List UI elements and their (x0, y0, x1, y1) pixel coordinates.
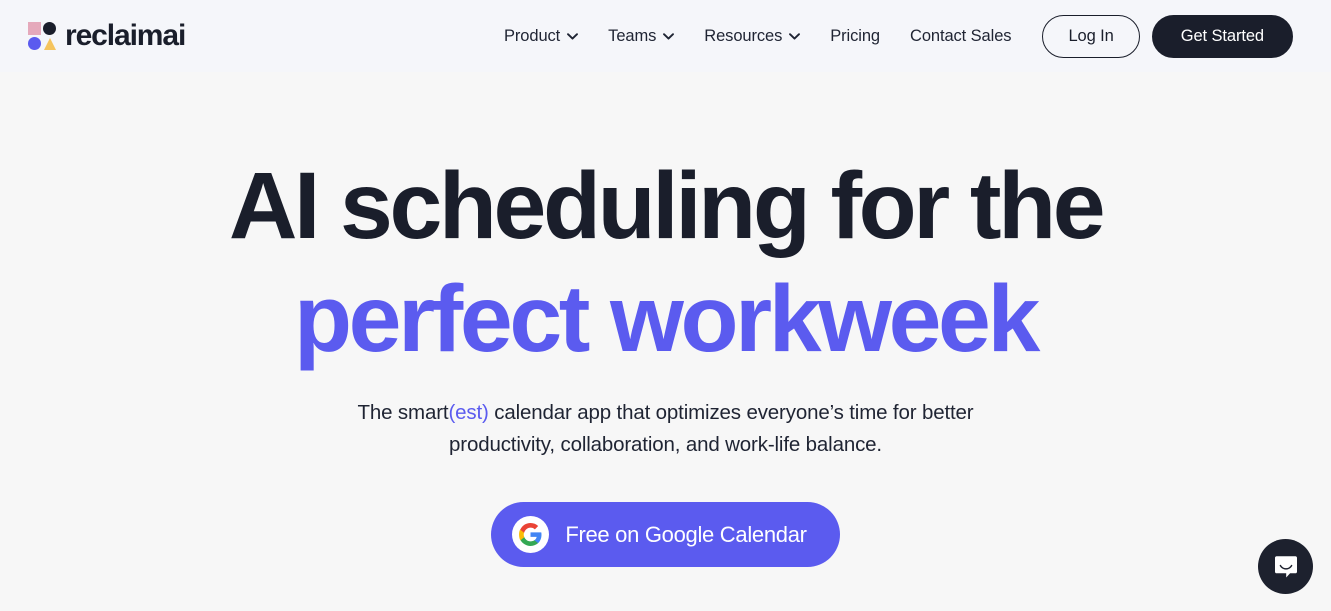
hero-subheading: The smart(est) calendar app that optimiz… (306, 397, 1026, 461)
nav-item-pricing[interactable]: Pricing (815, 19, 895, 54)
log-in-button[interactable]: Log In (1042, 14, 1140, 58)
hero-subheading-accent: (est) (448, 401, 489, 424)
chevron-down-icon (663, 32, 675, 40)
site-header: reclaimai Product Teams Resources Pricin… (0, 0, 1331, 72)
nav-item-resources-label: Resources (704, 26, 783, 45)
chevron-down-icon (789, 32, 801, 40)
hero-subheading-part2: calendar app that optimizes everyone’s t… (449, 401, 974, 456)
logo-square-shape (28, 22, 41, 35)
google-g-icon (512, 516, 550, 553)
hero-section: AI scheduling for the perfect workweek T… (0, 72, 1331, 611)
get-started-button[interactable]: Get Started (1151, 14, 1293, 58)
hero-headline: AI scheduling for the perfect workweek (228, 150, 1106, 376)
reclaim-logo-mark-icon (28, 22, 56, 50)
hero-headline-line1: AI scheduling for the (228, 153, 1106, 259)
nav-item-contact-sales[interactable]: Contact Sales (895, 19, 1026, 54)
nav-item-pricing-label: Pricing (830, 26, 880, 45)
nav-item-resources[interactable]: Resources (689, 19, 815, 54)
free-on-google-calendar-label: Free on Google Calendar (565, 521, 807, 547)
nav-item-teams-label: Teams (608, 26, 657, 45)
chat-launcher-button[interactable] (1258, 539, 1313, 594)
hero-subheading-part1: The smart (357, 401, 449, 424)
logo-triangle-shape (44, 38, 56, 50)
landing-page: reclaimai Product Teams Resources Pricin… (0, 0, 1331, 611)
intercom-chat-bubble-icon (1274, 555, 1297, 577)
nav-item-teams[interactable]: Teams (593, 19, 689, 54)
main-navigation: Product Teams Resources Pricing Contact … (489, 14, 1293, 58)
nav-item-product[interactable]: Product (489, 19, 593, 54)
nav-item-contact-sales-label: Contact Sales (910, 26, 1012, 45)
nav-item-product-label: Product (504, 26, 561, 45)
brand-logo-link[interactable]: reclaimai (28, 19, 186, 52)
brand-wordmark: reclaimai (65, 19, 186, 52)
chevron-down-icon (567, 32, 579, 40)
logo-dark-circle-shape (43, 22, 56, 35)
free-on-google-calendar-button[interactable]: Free on Google Calendar (491, 502, 840, 567)
logo-blue-circle-shape (28, 37, 41, 50)
auth-actions: Log In Get Started (1042, 14, 1293, 58)
hero-headline-line2: perfect workweek (294, 266, 1040, 372)
